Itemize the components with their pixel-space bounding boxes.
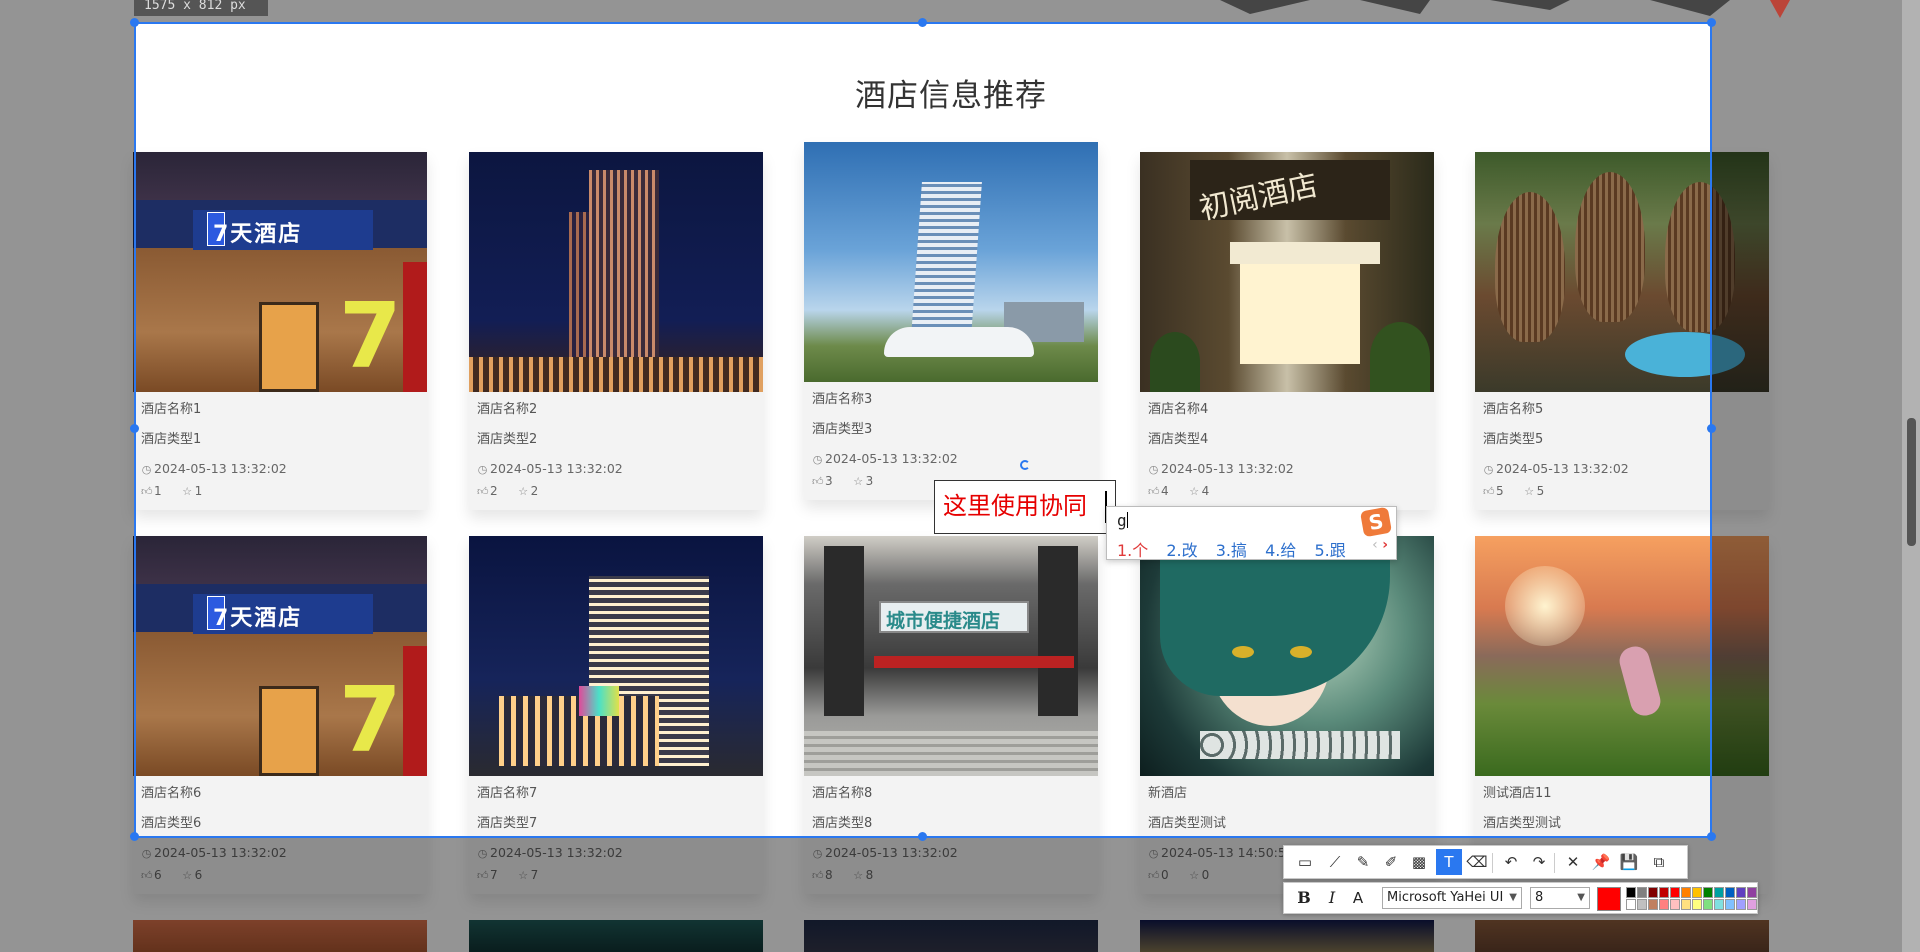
ime-logo-icon: S: [1359, 506, 1393, 538]
resize-handle-nw[interactable]: [130, 18, 139, 27]
close-icon: ✕: [1566, 853, 1580, 871]
color-swatch[interactable]: [1626, 899, 1636, 910]
save-icon: 💾: [1619, 853, 1639, 871]
ime-page-nav: ‹ ›: [1372, 537, 1388, 553]
text-annotation-box[interactable]: 这里使用协同: [934, 480, 1116, 534]
marker-tool-icon: ✐: [1384, 853, 1398, 871]
ime-next-page-icon[interactable]: ›: [1382, 537, 1388, 553]
color-swatch[interactable]: [1637, 887, 1647, 898]
resize-handle-n[interactable]: [918, 18, 927, 27]
pin-icon: 📌: [1591, 853, 1611, 871]
text-tool-icon: T: [1444, 853, 1454, 871]
ime-candidate-1[interactable]: 1.个: [1117, 541, 1148, 560]
rect-tool-icon: ▭: [1297, 853, 1313, 871]
resize-handle-se[interactable]: [1707, 832, 1716, 841]
chevron-down-icon: ▼: [1577, 892, 1585, 903]
toolbar-separator: [1492, 853, 1493, 873]
color-swatch[interactable]: [1637, 899, 1647, 910]
color-swatch[interactable]: [1692, 887, 1702, 898]
color-swatch[interactable]: [1703, 899, 1713, 910]
eraser-tool-icon: ⌫: [1466, 853, 1488, 871]
color-swatch[interactable]: [1659, 899, 1669, 910]
ime-candidate-window[interactable]: g S 1.个 2.改 3.搞 4.给 5.跟 ‹ ›: [1106, 506, 1397, 560]
undo-icon: ↶: [1504, 853, 1518, 871]
selection-size-label: 1575 x 812 px: [134, 0, 268, 16]
color-swatch[interactable]: [1747, 899, 1757, 910]
copy-button[interactable]: ⧉: [1646, 849, 1672, 875]
resize-handle-ne[interactable]: [1707, 18, 1716, 27]
ime-candidate-5[interactable]: 5.跟: [1315, 541, 1346, 560]
ime-candidate-4[interactable]: 4.给: [1265, 541, 1296, 560]
mosaic-tool-icon: ▩: [1411, 853, 1427, 871]
shade-right: [1712, 22, 1902, 838]
page-scrollbar[interactable]: [1902, 0, 1920, 952]
color-swatch[interactable]: [1736, 887, 1746, 898]
color-swatch[interactable]: [1681, 899, 1691, 910]
pin-button[interactable]: 📌: [1588, 849, 1614, 875]
color-swatch[interactable]: [1670, 899, 1680, 910]
color-swatch[interactable]: [1736, 899, 1746, 910]
color-swatch[interactable]: [1626, 887, 1636, 898]
ime-prev-page-icon[interactable]: ‹: [1372, 537, 1378, 553]
eraser-tool-button[interactable]: ⌫: [1464, 849, 1490, 875]
color-swatch[interactable]: [1725, 887, 1735, 898]
marker-tool-button[interactable]: ✐: [1378, 849, 1404, 875]
italic-button[interactable]: I: [1320, 886, 1344, 910]
color-swatch[interactable]: [1670, 887, 1680, 898]
resize-handle-sw[interactable]: [130, 832, 139, 841]
color-swatch[interactable]: [1648, 887, 1658, 898]
color-swatch[interactable]: [1648, 899, 1658, 910]
toolbar-separator: [1554, 853, 1555, 873]
color-swatch[interactable]: [1714, 899, 1724, 910]
ime-composition: g: [1117, 511, 1128, 530]
resize-handle-e[interactable]: [1707, 424, 1716, 433]
font-family-select[interactable]: Microsoft YaHei UI ▼: [1382, 887, 1522, 909]
chevron-down-icon: ▼: [1509, 892, 1517, 903]
background-figure: [1130, 0, 1790, 18]
ime-candidate-3[interactable]: 3.搞: [1216, 541, 1247, 560]
save-button[interactable]: 💾: [1616, 849, 1642, 875]
outline-text-button[interactable]: A: [1346, 886, 1370, 910]
color-palette: [1626, 887, 1757, 911]
selection-border[interactable]: [134, 22, 1712, 838]
ime-candidates: 1.个 2.改 3.搞 4.给 5.跟: [1117, 537, 1359, 561]
color-swatch[interactable]: [1725, 899, 1735, 910]
close-button[interactable]: ✕: [1560, 849, 1586, 875]
annotation-text[interactable]: 这里使用协同: [943, 490, 1087, 522]
pen-tool-button[interactable]: ✎: [1350, 849, 1376, 875]
scroll-thumb[interactable]: [1907, 418, 1916, 546]
resize-handle-w[interactable]: [130, 424, 139, 433]
pen-tool-icon: ✎: [1356, 853, 1370, 871]
shade-left: [0, 22, 134, 838]
rect-tool-button[interactable]: ▭: [1292, 849, 1318, 875]
polyline-tool-icon: ⟋: [1329, 853, 1341, 871]
bold-button[interactable]: B: [1292, 886, 1316, 910]
redo-button[interactable]: ↷: [1526, 849, 1552, 875]
mosaic-tool-button[interactable]: ▩: [1406, 849, 1432, 875]
font-size-select[interactable]: 8 ▼: [1530, 887, 1590, 909]
color-swatch[interactable]: [1703, 887, 1713, 898]
color-swatch[interactable]: [1747, 887, 1757, 898]
ime-candidate-2[interactable]: 2.改: [1166, 541, 1197, 560]
redo-icon: ↷: [1532, 853, 1546, 871]
color-swatch[interactable]: [1714, 887, 1724, 898]
polyline-tool-button[interactable]: ⟋: [1322, 849, 1348, 875]
text-format-toolbar: B I A Microsoft YaHei UI ▼ 8 ▼: [1283, 882, 1758, 914]
current-color-swatch[interactable]: [1597, 887, 1621, 911]
undo-button[interactable]: ↶: [1498, 849, 1524, 875]
copy-icon: ⧉: [1653, 853, 1665, 871]
color-swatch[interactable]: [1681, 887, 1691, 898]
text-tool-button[interactable]: T: [1436, 849, 1462, 875]
loading-icon: [1020, 460, 1030, 470]
annotation-toolbar: ▭ ⟋ ✎ ✐ ▩ T ⌫ ↶ ↷ ✕ 📌 💾 ⧉: [1283, 845, 1688, 879]
color-swatch[interactable]: [1692, 899, 1702, 910]
resize-handle-s[interactable]: [918, 832, 927, 841]
color-swatch[interactable]: [1659, 887, 1669, 898]
